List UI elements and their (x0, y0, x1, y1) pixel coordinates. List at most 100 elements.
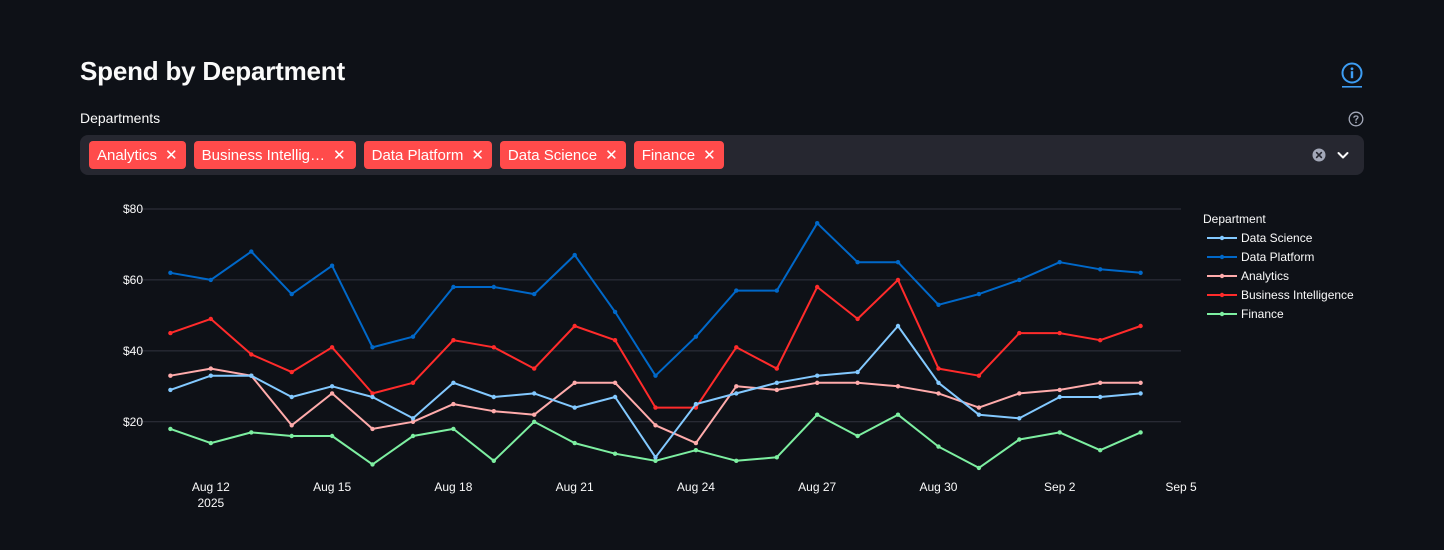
data-point[interactable] (1098, 394, 1103, 400)
data-point[interactable] (693, 401, 699, 407)
data-point[interactable] (976, 373, 982, 378)
data-point[interactable] (1098, 338, 1103, 343)
data-point[interactable] (774, 380, 779, 385)
data-point[interactable] (208, 277, 213, 283)
data-point[interactable] (774, 387, 779, 393)
data-point[interactable] (370, 426, 375, 432)
data-point[interactable] (329, 263, 335, 268)
data-point[interactable] (289, 433, 294, 439)
data-point[interactable] (693, 334, 699, 339)
data-point[interactable] (976, 405, 982, 410)
data-point[interactable] (168, 330, 173, 336)
data-point[interactable] (1138, 380, 1143, 385)
data-point[interactable] (936, 302, 941, 307)
data-point[interactable] (976, 291, 982, 297)
data-point[interactable] (1098, 380, 1103, 385)
data-point[interactable] (451, 338, 456, 343)
data-point[interactable] (855, 260, 860, 265)
data-point[interactable] (895, 384, 901, 389)
data-point[interactable] (1057, 330, 1062, 336)
data-point[interactable] (1017, 416, 1022, 421)
data-point[interactable] (855, 433, 860, 439)
data-point[interactable] (208, 440, 213, 446)
data-point[interactable] (815, 221, 820, 226)
data-point[interactable] (653, 455, 658, 460)
data-point[interactable] (289, 291, 294, 297)
data-point[interactable] (936, 380, 941, 385)
data-point[interactable] (734, 391, 739, 396)
data-point[interactable] (532, 412, 537, 417)
data-point[interactable] (895, 277, 901, 283)
legend-item[interactable]: Business Intelligence (1207, 288, 1354, 302)
data-point[interactable] (653, 405, 658, 410)
data-point[interactable] (1138, 270, 1143, 275)
data-point[interactable] (855, 380, 860, 385)
legend-item[interactable]: Finance (1207, 307, 1284, 321)
data-point[interactable] (895, 323, 901, 329)
data-point[interactable] (693, 448, 699, 453)
data-point[interactable] (208, 316, 213, 322)
data-point[interactable] (1098, 448, 1103, 453)
data-point[interactable] (1098, 267, 1103, 272)
data-point[interactable] (1138, 323, 1143, 329)
data-point[interactable] (208, 366, 213, 371)
data-point[interactable] (329, 433, 335, 439)
data-point[interactable] (1017, 330, 1022, 336)
data-point[interactable] (249, 373, 254, 378)
data-point[interactable] (532, 391, 537, 396)
data-point[interactable] (249, 352, 254, 357)
data-point[interactable] (289, 369, 294, 375)
data-point[interactable] (653, 373, 658, 378)
data-point[interactable] (895, 260, 901, 265)
data-point[interactable] (370, 394, 375, 400)
data-point[interactable] (491, 284, 496, 290)
data-point[interactable] (491, 394, 496, 400)
data-point[interactable] (289, 423, 294, 428)
data-point[interactable] (572, 440, 577, 446)
data-point[interactable] (895, 412, 901, 417)
data-point[interactable] (1017, 391, 1022, 396)
data-point[interactable] (572, 405, 577, 410)
data-point[interactable] (936, 366, 941, 371)
data-point[interactable] (734, 345, 739, 350)
data-point[interactable] (491, 458, 496, 463)
data-point[interactable] (976, 412, 982, 417)
data-point[interactable] (329, 384, 335, 389)
data-point[interactable] (451, 426, 456, 432)
data-point[interactable] (774, 288, 779, 293)
data-point[interactable] (168, 270, 173, 275)
data-point[interactable] (976, 465, 982, 471)
data-point[interactable] (815, 284, 820, 290)
legend-item[interactable]: Data Science (1207, 231, 1313, 245)
data-point[interactable] (774, 366, 779, 371)
data-point[interactable] (936, 444, 941, 449)
data-point[interactable] (734, 458, 739, 463)
data-point[interactable] (1017, 277, 1022, 283)
data-point[interactable] (815, 412, 820, 417)
data-point[interactable] (855, 316, 860, 322)
data-point[interactable] (734, 384, 739, 389)
legend-item[interactable]: Analytics (1207, 269, 1289, 283)
data-point[interactable] (532, 366, 537, 371)
data-point[interactable] (572, 252, 577, 258)
data-point[interactable] (612, 338, 618, 343)
data-point[interactable] (370, 345, 375, 350)
data-point[interactable] (451, 380, 456, 385)
data-point[interactable] (249, 249, 254, 254)
data-point[interactable] (532, 419, 537, 424)
data-point[interactable] (168, 426, 173, 432)
data-point[interactable] (168, 387, 173, 393)
data-point[interactable] (370, 462, 375, 467)
data-point[interactable] (329, 345, 335, 350)
data-point[interactable] (612, 309, 618, 315)
data-point[interactable] (1138, 430, 1143, 435)
data-point[interactable] (1138, 391, 1143, 396)
data-point[interactable] (612, 451, 618, 456)
data-point[interactable] (451, 401, 456, 407)
data-point[interactable] (410, 380, 416, 385)
data-point[interactable] (168, 373, 173, 378)
data-point[interactable] (653, 423, 658, 428)
data-point[interactable] (208, 373, 213, 378)
data-point[interactable] (451, 284, 456, 290)
data-point[interactable] (289, 394, 294, 400)
